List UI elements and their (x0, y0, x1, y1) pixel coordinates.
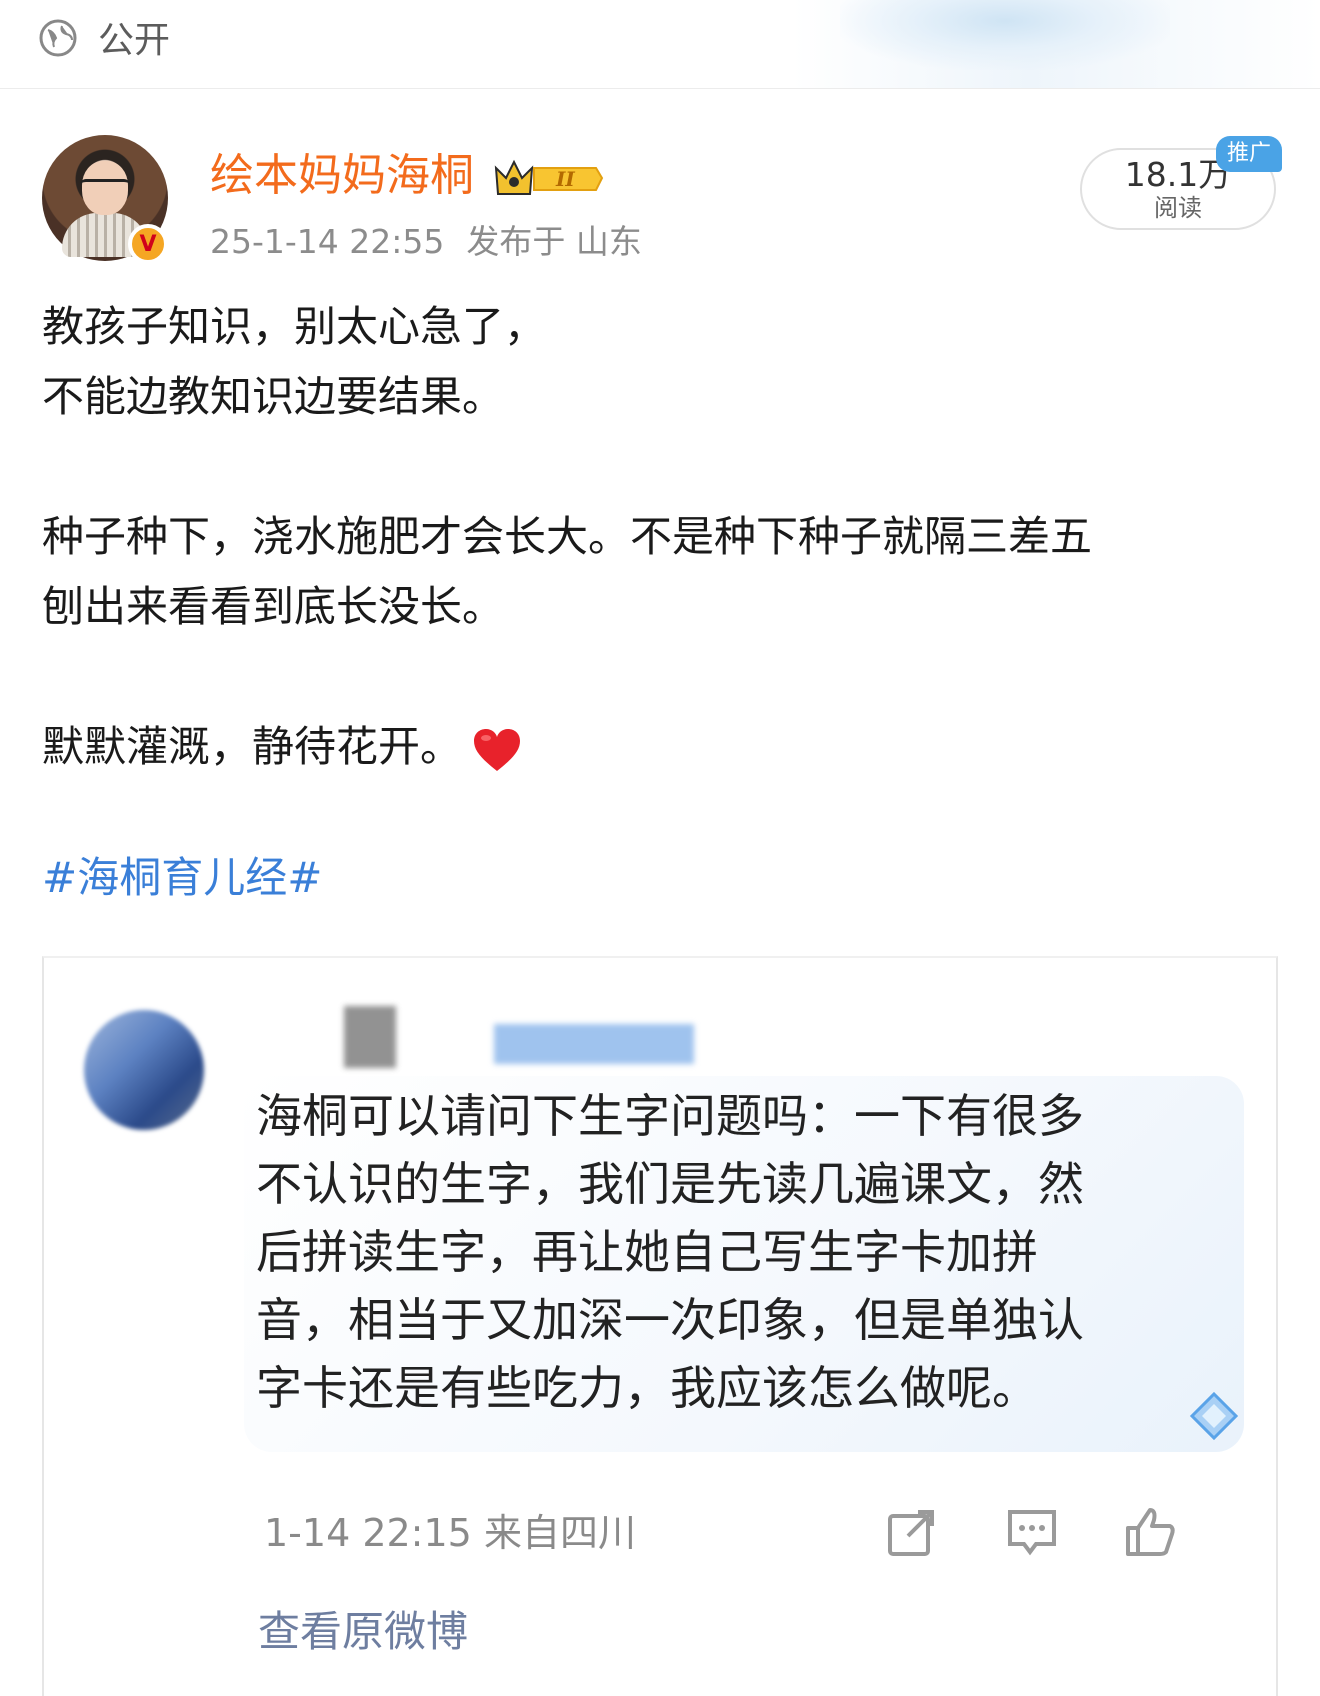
post-location: 发布于 山东 (466, 222, 642, 261)
heart-icon (474, 728, 521, 771)
comment-line: 海桐可以请问下生字问题吗：一下有很多 (256, 1089, 1084, 1143)
comment-line: 不认识的生字，我们是先读几遍课文，然 (256, 1157, 1084, 1211)
post-spacer (42, 642, 1282, 712)
crown-level-icon: II (494, 159, 604, 195)
visibility-label[interactable]: 公开 (98, 18, 170, 64)
post-line: 种子种下，浇水施肥才会长大。不是种下种子就隔三差五 (42, 512, 1093, 561)
avatar-glasses (80, 179, 130, 194)
post-body: 教孩子知识，别太心急了， 不能边教知识边要结果。 种子种下，浇水施肥才会长大。不… (42, 292, 1282, 782)
post-line: 默默灌溉，静待花开。 (42, 722, 463, 771)
top-bar: 公开 (0, 0, 1320, 89)
comment-time: 1-14 22:15 (264, 1511, 472, 1555)
svg-text:II: II (555, 167, 575, 191)
post-line: 教孩子知识，别太心急了， (42, 302, 547, 351)
comment-location: 来自四川 (483, 1511, 636, 1555)
comment-text: 海桐可以请问下生字问题吗：一下有很多 不认识的生字，我们是先读几遍课文，然 后拼… (256, 1082, 1156, 1422)
comment-line: 后拼读生字，再让她自己写生字卡加拼 (256, 1225, 1038, 1279)
author-name[interactable]: 绘本妈妈海桐 (210, 148, 474, 204)
share-icon[interactable] (884, 1504, 940, 1560)
post-line-with-emoji: 默默灌溉，静待花开。 (42, 712, 1282, 782)
post-line: 刨出来看看到底长没长。 (42, 582, 505, 631)
commenter-avatar (84, 1010, 204, 1130)
comment-icon[interactable] (1004, 1504, 1060, 1560)
post-line: 不能边教知识边要结果。 (42, 372, 505, 421)
blurred-name (344, 1006, 396, 1068)
embedded-screenshot[interactable]: 海桐可以请问下生字问题吗：一下有很多 不认识的生字，我们是先读几遍课文，然 后拼… (42, 956, 1278, 1696)
comment-line: 音，相当于又加深一次印象，但是单独认 (256, 1293, 1084, 1347)
post-timestamp: 25-1-14 22:55 (210, 222, 445, 261)
hashtag-link[interactable]: #海桐育儿经# (42, 848, 322, 908)
post-meta: 25-1-14 22:55 发布于 山东 (210, 220, 642, 264)
verified-badge-icon: V (128, 224, 168, 264)
reads-label: 阅读 (1154, 194, 1202, 222)
view-original-link[interactable]: 查看原微博 (258, 1606, 468, 1658)
promo-badge[interactable]: 推广 (1216, 136, 1282, 172)
decorative-cloud (840, 0, 1170, 70)
post-spacer (42, 432, 1282, 502)
like-icon[interactable] (1122, 1504, 1178, 1560)
diamond-icon (1189, 1391, 1239, 1441)
globe-icon (39, 19, 77, 57)
blurred-tag (494, 1024, 694, 1064)
comment-line: 字卡还是有些吃力，我应该怎么做呢。 (256, 1361, 1038, 1415)
comment-meta: 1-14 22:15 来自四川 (264, 1510, 636, 1556)
